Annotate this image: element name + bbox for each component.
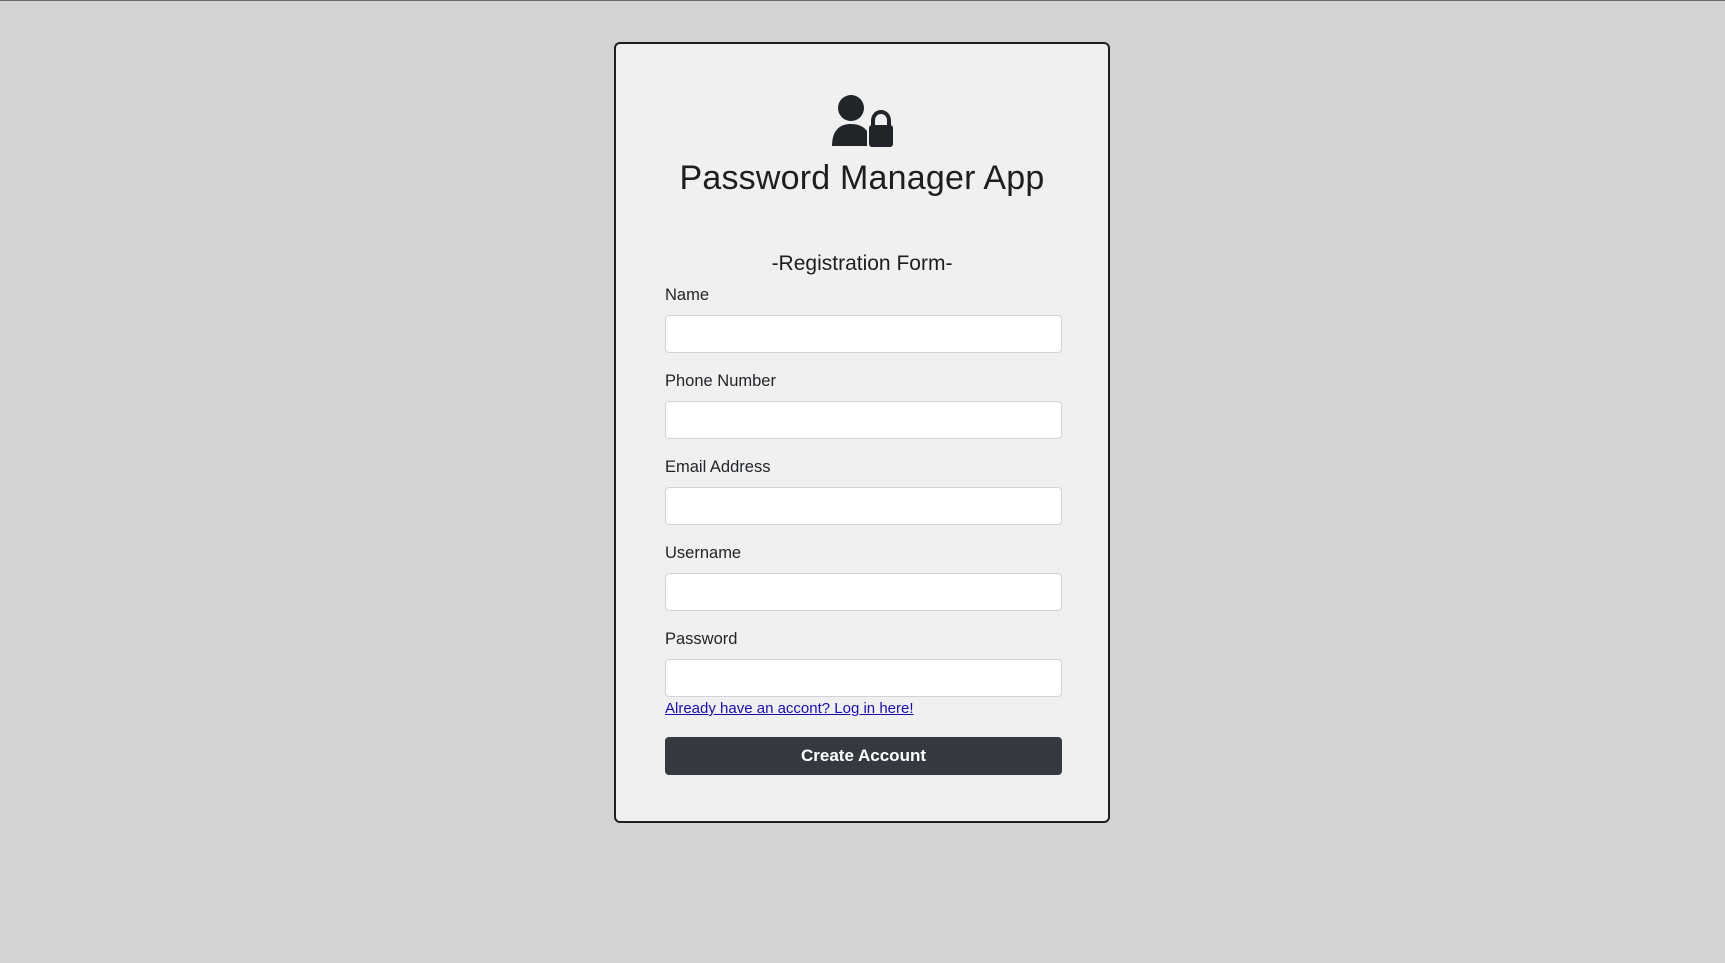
name-input[interactable]	[665, 315, 1062, 353]
registration-card: Password Manager App -Registration Form-…	[614, 42, 1110, 823]
name-label: Name	[665, 286, 710, 304]
phone-field-group: Phone Number	[665, 370, 1062, 439]
username-label: Username	[665, 544, 742, 562]
phone-input[interactable]	[665, 401, 1062, 439]
password-input[interactable]	[665, 659, 1062, 697]
login-link[interactable]: Already have an accont? Log in here!	[665, 700, 914, 717]
email-label: Email Address	[665, 458, 771, 476]
username-field-group: Username	[665, 542, 1062, 611]
name-field-group: Name	[665, 284, 1062, 353]
user-lock-icon	[830, 94, 894, 148]
create-account-button[interactable]: Create Account	[665, 737, 1062, 775]
username-input[interactable]	[665, 573, 1062, 611]
password-label: Password	[665, 630, 738, 648]
phone-label: Phone Number	[665, 372, 776, 390]
password-field-group: Password	[665, 628, 1062, 697]
email-field-group: Email Address	[665, 456, 1062, 525]
email-input[interactable]	[665, 487, 1062, 525]
app-title: Password Manager App	[679, 159, 1045, 197]
top-border-line	[0, 0, 1725, 1]
form-title: -Registration Form-	[771, 252, 953, 275]
app-logo	[616, 94, 1108, 148]
